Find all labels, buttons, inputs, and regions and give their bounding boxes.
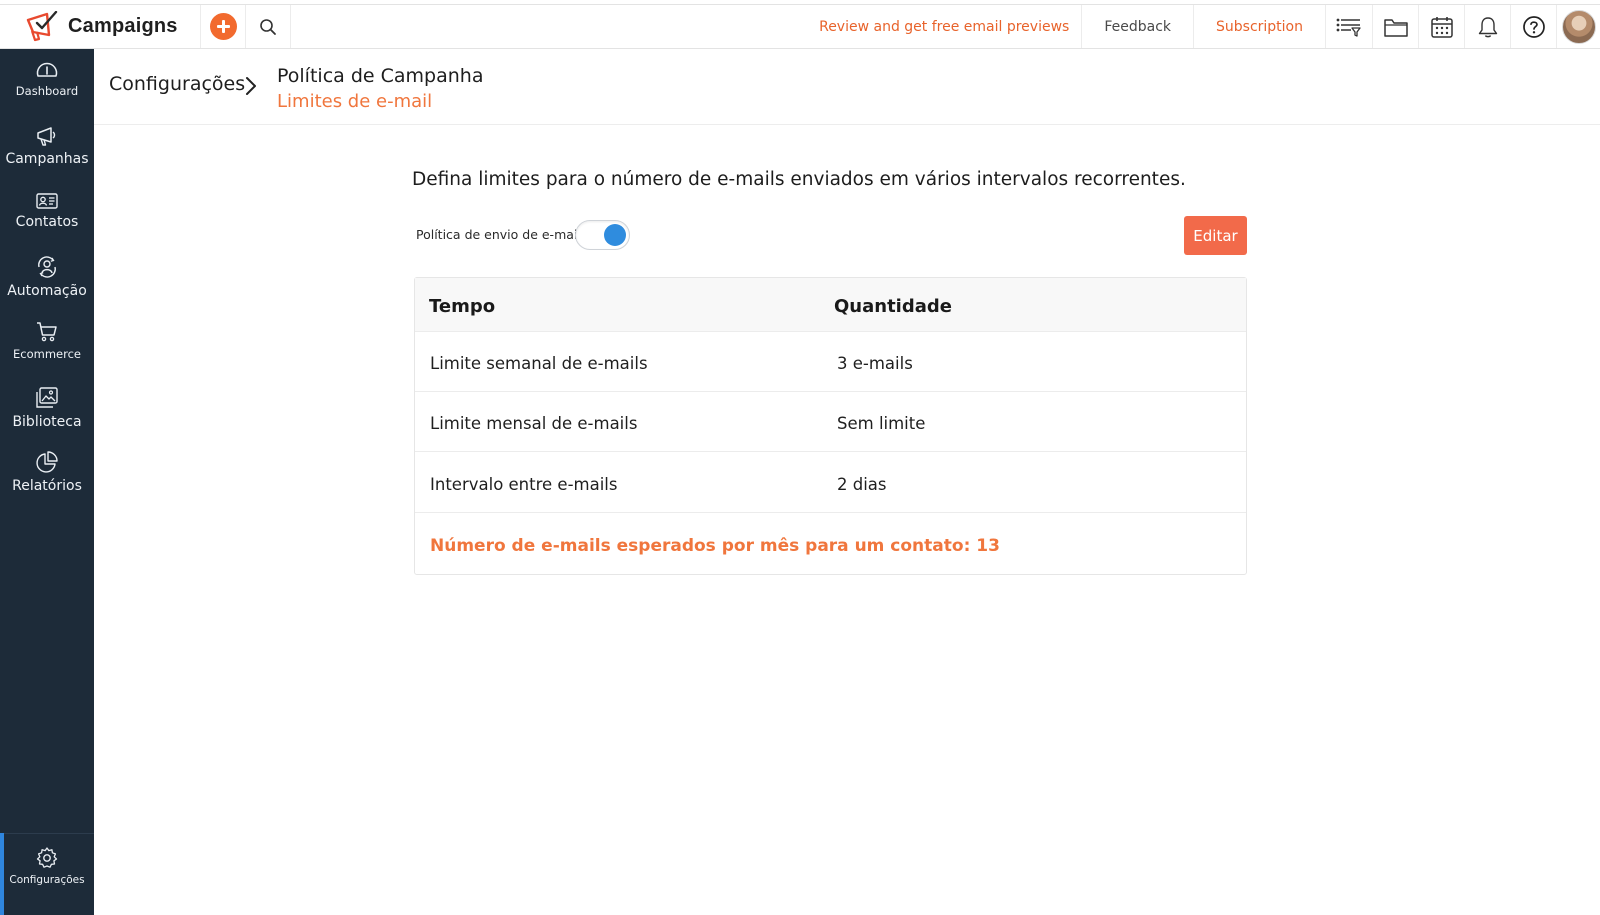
table-row: Limite semanal de e-mails 3 e-mails: [415, 332, 1246, 392]
sidebar-divider: [0, 833, 94, 834]
row-time-cell: Limite semanal de e-mails: [430, 354, 648, 373]
table-header: Tempo Quantidade: [415, 278, 1246, 332]
calendar-icon: [1430, 16, 1453, 38]
row-quantity-cell: 2 dias: [837, 475, 887, 494]
review-previews-link[interactable]: Review and get free email previews: [807, 5, 1083, 48]
folder-icon: [1383, 18, 1408, 37]
calendar-button[interactable]: [1418, 5, 1464, 48]
row-time-cell: Limite mensal de e-mails: [430, 414, 638, 433]
image-library-icon: [36, 387, 58, 408]
sidebar-item-label: Ecommerce: [13, 347, 81, 361]
quick-add-button[interactable]: [200, 5, 245, 48]
sidebar-item-relatorios[interactable]: Relatórios: [0, 450, 94, 494]
gear-icon: [36, 847, 58, 868]
sidebar-item-biblioteca[interactable]: Biblioteca: [0, 386, 94, 430]
chevron-right-icon: [246, 77, 256, 95]
search-button[interactable]: [245, 5, 291, 48]
brand[interactable]: Campaigns: [0, 5, 200, 48]
bell-icon: [1478, 16, 1497, 37]
search-icon: [260, 18, 276, 35]
cart-icon: [37, 322, 57, 342]
notifications-button[interactable]: [1464, 5, 1510, 48]
help-button[interactable]: [1510, 5, 1556, 48]
megaphone-icon: [37, 127, 56, 146]
help-icon: [1522, 15, 1545, 38]
toggle-knob: [604, 224, 626, 246]
email-policy-toggle[interactable]: [575, 220, 630, 250]
breadcrumb-root-link[interactable]: Configurações: [109, 73, 245, 95]
table-row: Limite mensal de e-mails Sem limite: [415, 392, 1246, 452]
app-name: Campaigns: [68, 15, 178, 37]
sidebar-item-ecommerce[interactable]: Ecommerce: [0, 321, 94, 361]
sidebar-item-label: Campanhas: [5, 151, 89, 167]
dashboard-gauge-icon: [36, 62, 58, 77]
sidebar-item-label: Dashboard: [15, 84, 79, 98]
list-filter-button[interactable]: [1326, 5, 1372, 48]
page-description: Defina limites para o número de e-mails …: [412, 169, 1186, 190]
sidebar-item-label: Biblioteca: [12, 414, 82, 430]
toggle-label: Política de envio de e-mail: [416, 227, 581, 242]
sidebar-item-automacao[interactable]: Automação: [0, 255, 94, 299]
sidebar: Dashboard Campanhas Contatos Automação E…: [0, 49, 94, 915]
automation-icon: [38, 256, 56, 278]
campaigns-logo-icon: [26, 10, 58, 41]
column-header-quantity: Quantidade: [834, 296, 952, 317]
sidebar-item-label: Relatórios: [12, 478, 82, 494]
edit-button[interactable]: Editar: [1184, 216, 1247, 255]
row-quantity-cell: Sem limite: [837, 414, 926, 433]
user-avatar-button[interactable]: [1556, 5, 1600, 48]
subscription-link[interactable]: Subscription: [1194, 5, 1326, 48]
folder-button[interactable]: [1372, 5, 1418, 48]
pie-chart-icon: [36, 451, 58, 473]
expected-emails-summary: Número de e-mails esperados por mês para…: [430, 536, 1000, 556]
sidebar-item-label: Configurações: [9, 874, 85, 886]
page-subtitle: Limites de e-mail: [277, 91, 433, 112]
row-time-cell: Intervalo entre e-mails: [430, 475, 618, 494]
row-quantity-cell: 3 e-mails: [837, 354, 913, 373]
limits-table: Tempo Quantidade Limite semanal de e-mai…: [414, 277, 1247, 575]
sidebar-item-contatos[interactable]: Contatos: [0, 192, 94, 230]
page-title: Política de Campanha: [277, 65, 484, 87]
sidebar-item-dashboard[interactable]: Dashboard: [0, 60, 94, 98]
top-bar: Campaigns Review and get free email prev…: [0, 4, 1600, 49]
page-header: Configurações Política de Campanha Limit…: [94, 49, 1600, 125]
table-row: Intervalo entre e-mails 2 dias: [415, 453, 1246, 513]
sidebar-item-configuracoes[interactable]: Configurações: [0, 846, 94, 886]
top-bar-spacer: [291, 5, 807, 48]
app-root: Campaigns Review and get free email prev…: [0, 0, 1600, 915]
add-icon: [209, 13, 237, 40]
sidebar-item-campanhas[interactable]: Campanhas: [0, 125, 94, 167]
contact-card-icon: [36, 193, 58, 209]
sidebar-item-label: Automação: [7, 283, 87, 299]
avatar: [1561, 9, 1596, 44]
feedback-link[interactable]: Feedback: [1082, 5, 1194, 48]
list-filter-icon: [1336, 18, 1361, 37]
sidebar-item-label: Contatos: [15, 214, 79, 230]
column-header-time: Tempo: [429, 296, 496, 317]
